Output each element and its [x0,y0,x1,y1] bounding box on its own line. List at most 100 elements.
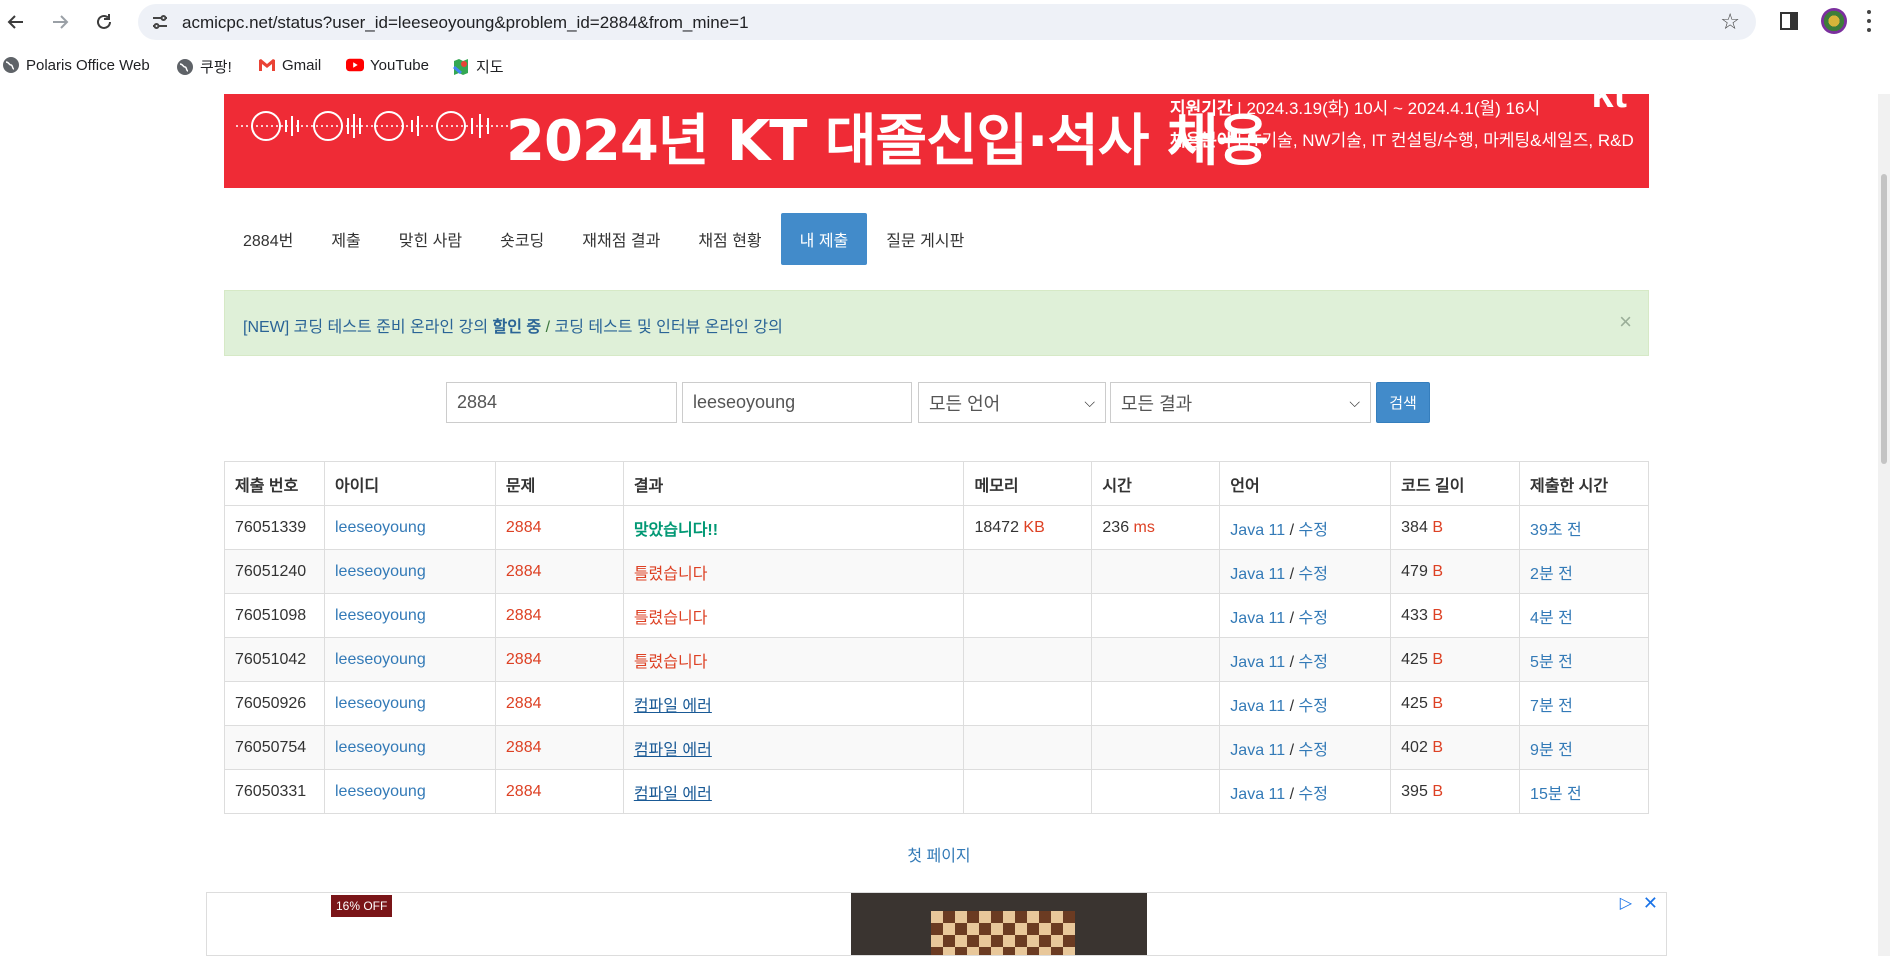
advertisement[interactable]: 16% OFF ▷ ✕ [206,892,1667,956]
submitted-time-link[interactable]: 15분 전 [1530,786,1582,803]
memory-cell: 18472 KB [963,505,1093,550]
problem-tabs: 2884번 제출 맞힌 사람 숏코딩 재채점 결과 채점 현황 내 제출 질문 게시판 [224,213,983,265]
problem-id-input[interactable]: 2884 [446,382,677,423]
result-text[interactable]: 컴파일 에러 [634,786,712,803]
table-header: 제출 번호 아이디 문제 결과 메모리 시간 언어 코드 길이 제출한 시간 [224,461,1649,506]
result-text: 틀렸습니다 [633,565,708,583]
problem-link[interactable]: 2884 [506,519,542,536]
course-link-interview[interactable]: 코딩 테스트 및 인터뷰 온라인 강의 [554,319,782,336]
tab-0[interactable]: 2884번 [224,213,312,265]
tab-3[interactable]: 숏코딩 [481,213,563,265]
code-length-cell: 425 B [1390,637,1521,682]
tab-6[interactable]: 내 제출 [780,213,868,265]
table-row: 76051339 leeseoyoung 2884 맞았습니다!! 18472 KB 23… [224,505,1649,550]
submitted-time-link[interactable]: 4분 전 [1530,610,1573,627]
submitted-time-link[interactable]: 5분 전 [1530,654,1573,671]
user-link[interactable]: leeseoyoung [335,519,426,536]
tab-1[interactable]: 제출 [312,213,379,265]
tab-4[interactable]: 재채점 결과 [563,213,679,265]
problem-link[interactable]: 2884 [506,695,542,712]
problem-link[interactable]: 2884 [506,739,542,756]
recruitment-banner[interactable]: 2024년 KT 대졸신입·석사 채용 지원기간 | 2024.3.19(화) … [224,94,1649,188]
result-select[interactable]: 모든 결과 ⌵ [1110,382,1371,423]
banner-period: 지원기간 | 2024.3.19(화) 10시 ~ 2024.4.1(월) 16… [1170,99,1541,118]
edit-link[interactable]: 수정 [1299,654,1328,671]
search-button[interactable]: 검색 [1376,382,1430,423]
bookmark-star-icon[interactable]: ☆ [1720,9,1740,35]
tab-5[interactable]: 채점 현황 [679,213,780,265]
user-link[interactable]: leeseoyoung [335,695,426,712]
close-icon[interactable]: ✕ [1643,893,1658,914]
problem-link[interactable]: 2884 [506,563,542,580]
bookmark-polaris[interactable]: Polaris Office Web [2,56,150,74]
language-link[interactable]: Java 11 [1230,654,1285,671]
submission-id: 76051042 [224,637,325,682]
reload-icon[interactable] [90,8,118,36]
browser-menu-icon[interactable] [1866,8,1872,34]
bookmark-maps[interactable]: 지도 [452,56,504,77]
edit-link[interactable]: 수정 [1299,742,1328,759]
language-cell: Java 11 / 수정 [1219,681,1392,726]
forward-arrow-icon[interactable] [46,8,74,36]
memory-cell [963,681,1093,726]
user-id-input[interactable]: leeseoyoung [682,382,912,423]
profile-avatar[interactable] [1821,8,1847,34]
language-cell: Java 11 / 수정 [1219,505,1392,550]
user-link[interactable]: leeseoyoung [335,651,426,668]
language-link[interactable]: Java 11 [1230,786,1285,803]
problem-link[interactable]: 2884 [506,607,542,624]
user-link[interactable]: leeseoyoung [335,563,426,580]
user-link[interactable]: leeseoyoung [335,607,426,624]
browser-toolbar: acmicpc.net/status?user_id=leeseoyoung&p… [0,0,1890,44]
edit-link[interactable]: 수정 [1299,610,1328,627]
language-link[interactable]: Java 11 [1230,610,1285,627]
memory-cell [963,637,1093,682]
tab-2[interactable]: 맞힌 사람 [380,213,481,265]
language-select[interactable]: 모든 언어 ⌵ [918,382,1106,423]
column-header: 시간 [1091,461,1221,506]
edit-link[interactable]: 수정 [1299,522,1328,539]
site-settings-icon[interactable] [150,12,170,32]
bookmark-youtube[interactable]: YouTube [346,56,429,74]
edit-link[interactable]: 수정 [1299,698,1328,715]
language-link[interactable]: Java 11 [1230,742,1285,759]
result-text[interactable]: 컴파일 에러 [634,742,712,759]
bookmark-gmail[interactable]: Gmail [258,56,321,74]
user-link[interactable]: leeseoyoung [335,739,426,756]
banner-headline: 2024년 KT 대졸신입·석사 채용 [506,109,1269,174]
first-page-link[interactable]: 첫 페이지 [907,848,970,865]
edit-link[interactable]: 수정 [1299,786,1328,803]
side-panel-icon[interactable] [1778,10,1800,32]
course-link-discount[interactable]: [NEW] 코딩 테스트 준비 온라인 강의 할인 중 [243,319,541,336]
address-bar[interactable]: acmicpc.net/status?user_id=leeseoyoung&p… [138,4,1756,40]
submitted-time-link[interactable]: 2분 전 [1530,566,1573,583]
time-cell: 236 ms [1091,505,1221,550]
wave-decoration-icon [236,111,516,141]
adchoices-icon[interactable]: ▷ [1620,893,1632,913]
user-link[interactable]: leeseoyoung [335,783,426,800]
page-scrollbar[interactable] [1878,94,1890,956]
column-header: 결과 [622,461,965,506]
result-text[interactable]: 컴파일 에러 [634,698,712,715]
time-cell [1091,681,1221,726]
language-cell: Java 11 / 수정 [1219,549,1392,594]
close-icon[interactable]: × [1619,309,1632,335]
submitted-time-link[interactable]: 39초 전 [1530,522,1582,539]
submitted-time-link[interactable]: 9분 전 [1530,742,1573,759]
table-row: 76051042 leeseoyoung 2884 틀렸습니다 Java 11 / 수… [224,637,1649,682]
back-arrow-icon[interactable] [2,8,30,36]
bookmark-coupang[interactable]: 쿠팡! [176,56,232,77]
table-row: 76050926 leeseoyoung 2884 컴파일 에러 Java 11 / … [224,681,1649,726]
edit-link[interactable]: 수정 [1299,566,1328,583]
submitted-time-link[interactable]: 7분 전 [1530,698,1573,715]
banner-field: 채용분야 | IT기술, NW기술, IT 컨설팅/수행, 마케팅&세일즈, R… [1170,131,1634,150]
tab-7[interactable]: 질문 게시판 [867,213,983,265]
language-link[interactable]: Java 11 [1230,522,1285,539]
language-link[interactable]: Java 11 [1230,698,1285,715]
code-length-cell: 402 B [1390,725,1521,770]
language-link[interactable]: Java 11 [1230,566,1285,583]
problem-link[interactable]: 2884 [506,651,542,668]
result-text: 틀렸습니다 [633,609,708,627]
submission-id: 76051339 [224,505,325,550]
problem-link[interactable]: 2884 [506,783,542,800]
